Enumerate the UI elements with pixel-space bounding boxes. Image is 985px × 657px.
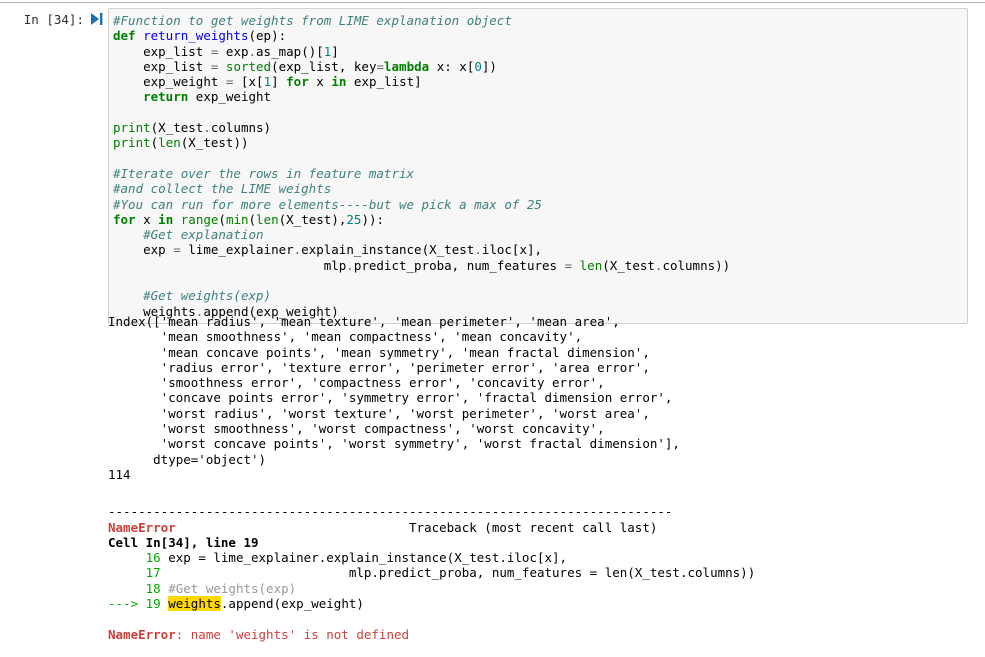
top-divider [0, 2, 985, 3]
traceback-message-name: NameError [108, 626, 176, 642]
traceback-lineno-16: 16 [108, 550, 169, 566]
cell-output-area: Index(['mean radius', 'mean texture', 'm… [108, 314, 968, 642]
traceback-code-16: exp = lime_explainer.explain_instance(X_… [168, 550, 568, 566]
traceback-message-row: NameError: name 'weights' is not defined [108, 627, 968, 642]
traceback-lineno-18: 18 [108, 580, 169, 596]
traceback-highlighted-token: weights [168, 596, 221, 612]
traceback-header-text: Traceback (most recent call last) [409, 519, 658, 535]
traceback-frame-line-17: 17 mlp.predict_proba, num_features = len… [108, 565, 968, 580]
traceback-code-18: #Get weights(exp) [168, 580, 297, 596]
traceback-gap [108, 611, 968, 626]
stdout-index-output: Index(['mean radius', 'mean texture', 'm… [108, 314, 680, 467]
code-input-area[interactable]: #Function to get weights from LIME expla… [108, 8, 968, 324]
traceback-error-line: ---> 19 weights.append(exp_weight) [108, 596, 968, 612]
traceback-error-line-rest: .append(exp_weight) [220, 596, 364, 612]
traceback-header-spacer [176, 520, 409, 535]
traceback-message-body: : name 'weights' is not defined [175, 626, 410, 642]
traceback-arrow-marker: ---> 19 [108, 596, 169, 612]
traceback-frame-title: Cell In[34], line 19 [108, 534, 259, 550]
stdout-length-output: 114 [108, 466, 131, 482]
traceback-header-row: NameError Traceback (most recent call la… [108, 520, 968, 535]
traceback-code-17: mlp.predict_proba, num_features = len(X_… [168, 565, 756, 581]
traceback-lineno-17: 17 [108, 565, 169, 581]
traceback-frame-line-18: 18 #Get weights(exp) [108, 581, 968, 596]
cell-execution-prompt: In [34]: [23, 12, 84, 27]
output-gap [108, 482, 968, 504]
traceback-separator: ----------------------------------------… [108, 504, 673, 520]
notebook-canvas: In [34]: #Function to get weights from L… [0, 0, 985, 657]
traceback-error-type: NameError [108, 519, 176, 535]
notebook-cell[interactable]: In [34]: #Function to get weights from L… [0, 8, 985, 324]
run-cell-icon[interactable] [84, 8, 108, 26]
traceback-frame-line-16: 16 exp = lime_explainer.explain_instance… [108, 550, 968, 565]
source-code: #Function to get weights from LIME expla… [113, 13, 731, 319]
